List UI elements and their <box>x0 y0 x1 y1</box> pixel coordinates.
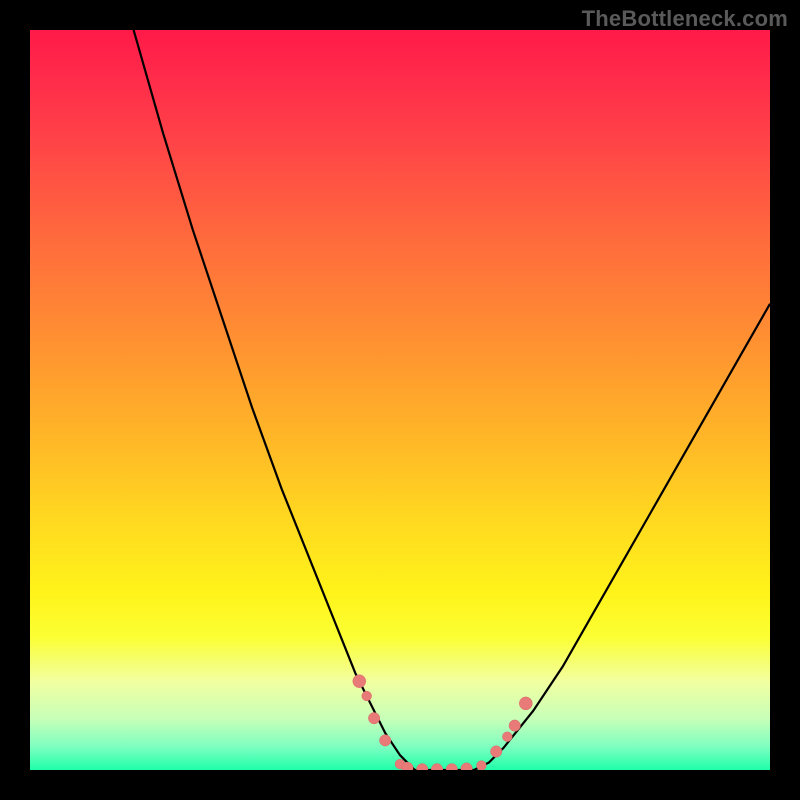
curve-marker <box>431 764 442 770</box>
curve-marker <box>380 735 391 746</box>
bottleneck-curve <box>134 30 770 770</box>
curve-marker <box>502 732 512 742</box>
curve-marker <box>368 713 379 724</box>
curve-marker <box>362 691 372 701</box>
curve-marker <box>461 763 472 770</box>
chart-svg <box>30 30 770 770</box>
curve-marker <box>417 764 428 770</box>
chart-frame: TheBottleneck.com <box>0 0 800 800</box>
curve-marker <box>446 764 457 770</box>
curve-marker <box>491 746 502 757</box>
curve-marker <box>509 720 520 731</box>
curve-marker <box>519 697 532 710</box>
curve-marker <box>353 675 366 688</box>
watermark-text: TheBottleneck.com <box>582 6 788 32</box>
plot-area <box>30 30 770 770</box>
curve-marker <box>477 761 487 770</box>
